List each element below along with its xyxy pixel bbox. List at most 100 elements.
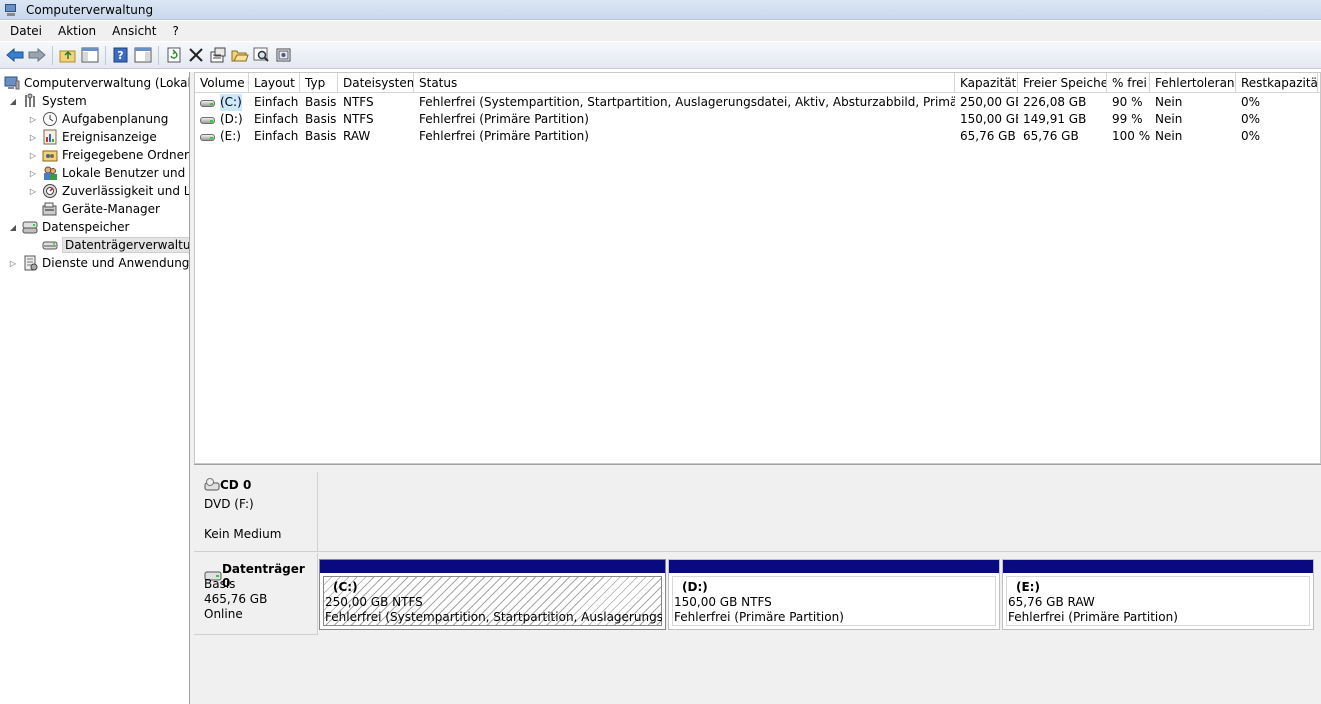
search-icon — [253, 47, 269, 62]
cell-free-space: 149,91 GB — [1023, 112, 1087, 126]
properties-icon — [210, 47, 225, 63]
search-button[interactable] — [251, 45, 272, 66]
partition-label: (E:) — [1016, 580, 1040, 594]
expand-arrow-icon[interactable]: ▷ — [8, 259, 18, 268]
window-title: Computerverwaltung — [26, 2, 154, 17]
cell-status: Fehlerfrei (Primäre Partition) — [419, 112, 589, 126]
tree-item-label: Computerverwaltung (Lokal) — [24, 76, 190, 90]
menu-aktion[interactable]: Aktion — [50, 21, 104, 41]
disk-name: Datenträger 0 — [221, 562, 305, 590]
cell-percent-free: 90 % — [1112, 95, 1143, 109]
column-header-volume[interactable]: Volume — [195, 73, 249, 93]
partition-c[interactable]: (C:) 250,00 GB NTFS Fehlerfrei (Systempa… — [319, 559, 666, 630]
disk-label-disk0[interactable]: Datenträger 0 Basis 465,76 GB Online — [194, 553, 318, 635]
tree-item-reliability[interactable]: ▷ Zuverlässigkeit und Leistung — [28, 182, 189, 200]
column-header-free-space[interactable]: Freier Speicher — [1018, 73, 1107, 93]
up-folder-icon — [59, 50, 75, 63]
tree-item-label: Aufgabenplanung — [62, 112, 169, 126]
partition-e[interactable]: (E:) 65,76 GB RAW Fehlerfrei (Primäre Pa… — [1002, 559, 1314, 630]
action-pane-button[interactable] — [132, 45, 153, 66]
partition-bar — [320, 560, 665, 573]
table-row[interactable]: (C:) Einfach Basis NTFS Fehlerfrei (Syst… — [195, 94, 1318, 111]
disk-label-cd0[interactable]: CD 0 DVD (F:) Kein Medium — [194, 472, 318, 552]
menu-help[interactable]: ? — [164, 21, 186, 41]
menu-datei[interactable]: Datei — [2, 21, 50, 41]
toolbar-separator — [105, 45, 106, 65]
forward-button[interactable] — [26, 45, 47, 66]
expand-arrow-icon[interactable]: ▷ — [28, 151, 38, 160]
cell-overhead: 0% — [1241, 112, 1261, 126]
tree-item-shared-folders[interactable]: ▷ Freigegebene Ordner — [28, 146, 189, 164]
partition-size: 150,00 GB NTFS — [674, 595, 772, 609]
delete-icon — [188, 48, 203, 62]
tree-item-task-scheduler[interactable]: ▷ Aufgabenplanung — [28, 110, 168, 128]
shared-folder-icon — [42, 147, 58, 163]
expand-arrow-icon[interactable]: ▷ — [28, 133, 38, 142]
table-row[interactable]: (E:) Einfach Basis RAW Fehlerfrei (Primä… — [195, 128, 1318, 145]
column-header-percent-free[interactable]: % frei — [1107, 73, 1150, 93]
column-header-fault-tolerance[interactable]: Fehlertoleranz — [1150, 73, 1236, 93]
cell-filesystem: RAW — [343, 129, 371, 143]
tree-item-label: Freigegebene Ordner — [62, 148, 189, 162]
tree-item-event-viewer[interactable]: ▷ Ereignisanzeige — [28, 128, 157, 146]
column-header-status[interactable]: Status — [414, 73, 955, 93]
disk-type: DVD (F:) — [204, 497, 254, 511]
tree-item-services-applications[interactable]: ▷ Dienste und Anwendungen — [8, 254, 190, 272]
expand-arrow-icon[interactable]: ▷ — [28, 187, 38, 196]
tree-item-local-users[interactable]: ▷ Lokale Benutzer und Gruppen — [28, 164, 189, 182]
cell-filesystem: NTFS — [343, 95, 374, 109]
performance-icon — [42, 183, 58, 199]
show-hide-tree-button[interactable] — [79, 45, 100, 66]
open-folder-icon — [231, 50, 249, 62]
column-header-type[interactable]: Typ — [300, 73, 338, 93]
cell-fault-tolerance: Nein — [1155, 112, 1183, 126]
partition-status: Fehlerfrei (Primäre Partition) — [1008, 610, 1178, 624]
delete-button[interactable] — [185, 45, 206, 66]
partition-size: 250,00 GB NTFS — [325, 595, 423, 609]
up-folder-button[interactable] — [57, 45, 78, 66]
disk-status: Online — [204, 607, 243, 621]
partition-d[interactable]: (D:) 150,00 GB NTFS Fehlerfrei (Primäre … — [668, 559, 1000, 630]
help-button[interactable]: ? — [110, 45, 131, 66]
help-icon: ? — [113, 47, 127, 63]
cell-free-space: 65,76 GB — [1023, 129, 1079, 143]
menu-bar: Datei Aktion Ansicht ? — [0, 21, 1321, 41]
tree-item-system[interactable]: ◢ System — [8, 92, 87, 110]
settings-button[interactable] — [273, 45, 294, 66]
expand-arrow-icon[interactable]: ▷ — [28, 115, 38, 124]
cell-type: Basis — [305, 95, 337, 109]
column-header-filesystem[interactable]: Dateisystem — [338, 73, 414, 93]
users-icon — [42, 165, 58, 181]
tree-item-label: Geräte-Manager — [62, 202, 160, 216]
partition-status: Fehlerfrei (Primäre Partition) — [674, 610, 844, 624]
tree-item-computer-management[interactable]: Computerverwaltung (Lokal) — [4, 74, 190, 92]
cell-percent-free: 99 % — [1112, 112, 1143, 126]
cell-layout: Einfach — [254, 95, 299, 109]
tree-item-device-manager[interactable]: Geräte-Manager — [42, 200, 160, 218]
column-header-capacity[interactable]: Kapazität — [955, 73, 1018, 93]
properties-button[interactable] — [207, 45, 228, 66]
collapse-arrow-icon[interactable]: ◢ — [8, 223, 18, 232]
cell-status: Fehlerfrei (Primäre Partition) — [419, 129, 589, 143]
expand-arrow-icon[interactable]: ▷ — [28, 169, 38, 178]
column-header-layout[interactable]: Layout — [249, 73, 300, 93]
volume-name: (D:) — [220, 112, 243, 126]
tree-item-disk-management[interactable]: Datenträgerverwaltung — [42, 236, 189, 254]
tree-item-label: Dienste und Anwendungen — [42, 256, 190, 270]
partition-bar — [669, 560, 999, 573]
toolbar-separator — [158, 45, 159, 65]
refresh-button[interactable] — [163, 45, 184, 66]
table-row[interactable]: (D:) Einfach Basis NTFS Fehlerfrei (Prim… — [195, 111, 1318, 128]
menu-ansicht[interactable]: Ansicht — [104, 21, 164, 41]
partition-label: (D:) — [682, 580, 708, 594]
refresh-icon — [167, 47, 180, 63]
disk-size: 465,76 GB — [204, 592, 268, 606]
tree-item-storage[interactable]: ◢ Datenspeicher — [8, 218, 129, 236]
cell-capacity: 250,00 GB — [960, 95, 1018, 109]
open-folder-button[interactable] — [229, 45, 250, 66]
column-header-overhead[interactable]: Restkapazität — [1236, 73, 1318, 93]
cell-status: Fehlerfrei (Systempartition, Startpartit… — [419, 95, 955, 109]
collapse-arrow-icon[interactable]: ◢ — [8, 97, 18, 106]
cell-type: Basis — [305, 129, 337, 143]
back-button[interactable] — [4, 45, 25, 66]
